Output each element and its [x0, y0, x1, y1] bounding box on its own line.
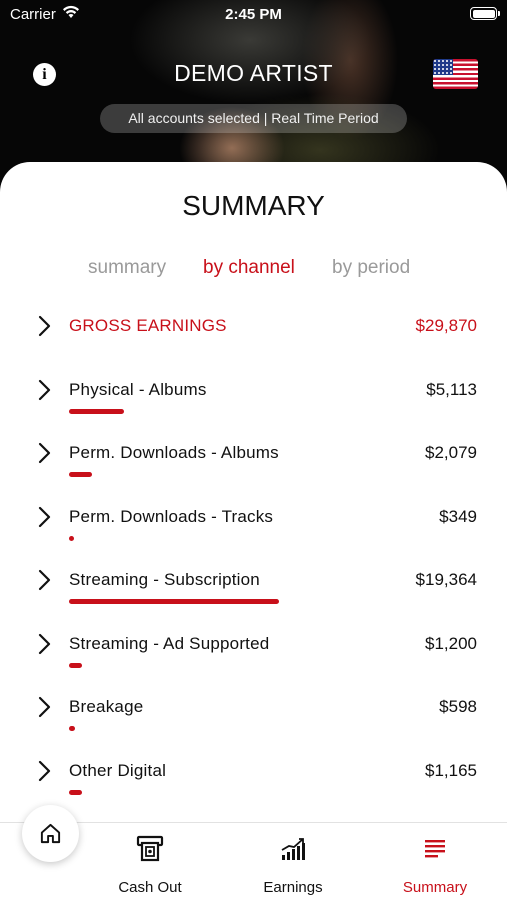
gross-earnings-value: $29,870	[415, 316, 477, 335]
channel-share-bar	[69, 599, 339, 604]
home-button[interactable]	[22, 805, 79, 862]
channel-row[interactable]: Streaming - Subscription $19,364	[0, 568, 507, 628]
bar-chart-icon	[281, 838, 305, 860]
chevron-right-icon	[38, 442, 51, 464]
clock-label: 2:45 PM	[225, 6, 282, 23]
channel-share-fill	[69, 536, 74, 541]
chevron-right-icon	[38, 696, 51, 718]
channel-share-fill	[69, 663, 82, 668]
chevron-right-icon	[38, 569, 51, 591]
home-icon	[40, 823, 61, 844]
channel-label: Perm. Downloads - Tracks	[69, 507, 274, 526]
channel-share-bar	[69, 663, 339, 668]
status-bar: Carrier 2:45 PM	[0, 0, 507, 30]
channel-share-bar	[69, 790, 339, 795]
chevron-right-icon	[38, 379, 51, 401]
channel-value: $349	[439, 507, 477, 526]
channel-value: $5,113	[426, 380, 477, 399]
summary-sheet: SUMMARY summary by channel by period GRO…	[0, 162, 507, 900]
summary-tabs: summary by channel by period	[0, 257, 507, 283]
tab-earnings-label: Earnings	[263, 879, 323, 896]
channel-share-fill	[69, 472, 92, 477]
tab-cash-out[interactable]: Cash Out	[90, 823, 210, 900]
channel-share-bar	[69, 472, 339, 477]
channel-label: Perm. Downloads - Albums	[69, 443, 279, 462]
channel-label: Other Digital	[69, 761, 167, 780]
tab-earnings[interactable]: Earnings	[233, 823, 353, 900]
chevron-right-icon	[38, 760, 51, 782]
gross-earnings-row[interactable]: GROSS EARNINGS $29,870	[0, 314, 507, 374]
page-title: SUMMARY	[182, 190, 325, 221]
channel-row[interactable]: Breakage $598	[0, 695, 507, 755]
flag-canton	[433, 59, 453, 75]
channel-share-fill	[69, 790, 82, 795]
battery-icon	[470, 7, 500, 20]
tab-summary-nav[interactable]: Summary	[375, 823, 495, 900]
chevron-right-icon	[38, 315, 51, 337]
channel-share-bar	[69, 409, 339, 414]
bottom-tab-bar: Cash Out Earnings Summary	[0, 805, 507, 900]
tab-summary[interactable]: summary	[88, 257, 166, 279]
channel-share-fill	[69, 726, 75, 731]
channel-label: Streaming - Ad Supported	[69, 634, 270, 653]
atm-icon	[136, 835, 164, 862]
us-flag-icon[interactable]	[433, 59, 478, 89]
list-icon	[425, 840, 445, 858]
channel-label: Streaming - Subscription	[69, 570, 260, 589]
account-filter-pill[interactable]: All accounts selected | Real Time Period	[100, 104, 407, 133]
artist-name: DEMO ARTIST	[174, 60, 333, 86]
channel-share-bar	[69, 726, 339, 731]
channel-value: $19,364	[415, 570, 477, 589]
channel-row[interactable]: Physical - Albums $5,113	[0, 378, 507, 438]
tab-summary-nav-label: Summary	[402, 879, 468, 896]
channel-row[interactable]: Perm. Downloads - Albums $2,079	[0, 441, 507, 501]
channel-row[interactable]: Perm. Downloads - Tracks $349	[0, 505, 507, 565]
gross-earnings-label: GROSS EARNINGS	[69, 316, 227, 335]
chevron-right-icon	[38, 506, 51, 528]
channel-share-fill	[69, 599, 279, 604]
channel-value: $1,200	[425, 634, 477, 653]
chevron-right-icon	[38, 633, 51, 655]
channel-row[interactable]: Other Digital $1,165	[0, 759, 507, 819]
channel-share-fill	[69, 409, 124, 414]
tab-cash-out-label: Cash Out	[118, 879, 182, 896]
channel-share-bar	[69, 536, 339, 541]
channel-value: $598	[439, 697, 477, 716]
tab-by-period[interactable]: by period	[332, 257, 410, 279]
tab-by-channel[interactable]: by channel	[203, 257, 295, 279]
channel-value: $2,079	[425, 443, 477, 462]
channel-value: $1,165	[425, 761, 477, 780]
channel-label: Physical - Albums	[69, 380, 207, 399]
channel-row[interactable]: Streaming - Ad Supported $1,200	[0, 632, 507, 692]
channel-label: Breakage	[69, 697, 144, 716]
